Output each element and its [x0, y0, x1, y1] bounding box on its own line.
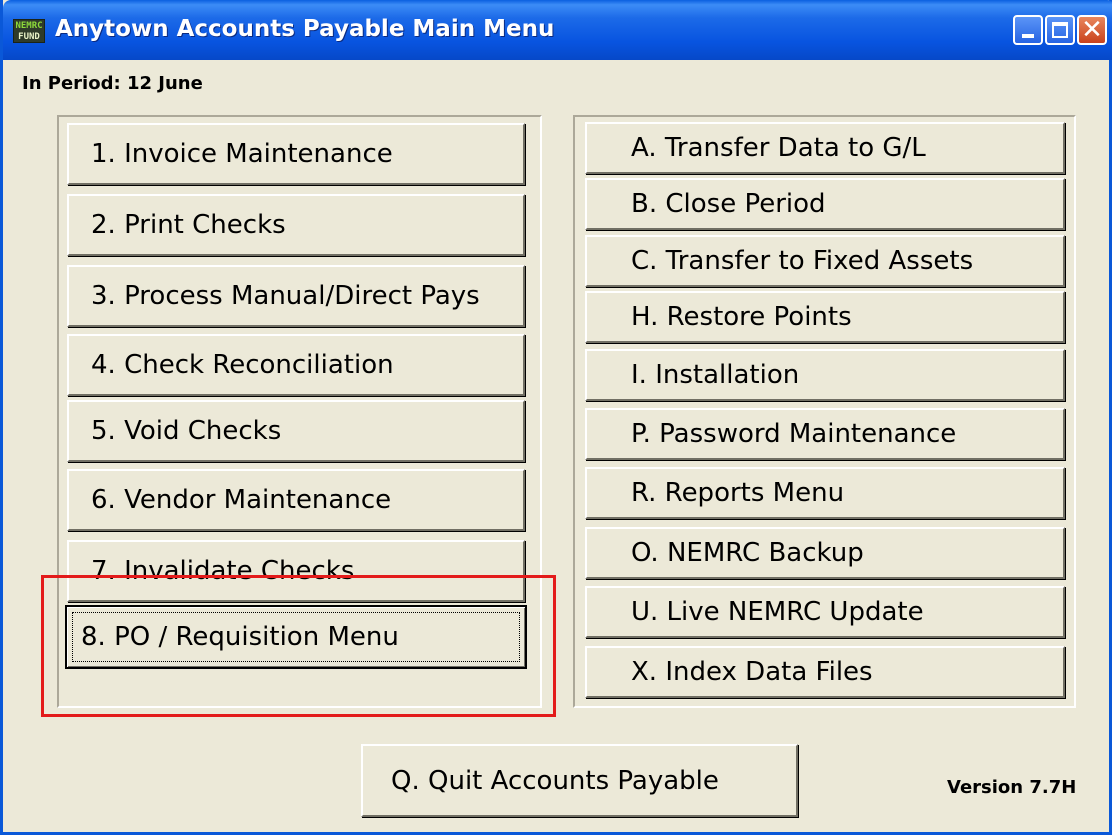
close-period-button[interactable]: B. Close Period	[585, 178, 1065, 230]
minimize-button[interactable]	[1013, 15, 1043, 45]
highlight-annotation-box	[41, 575, 556, 717]
vendor-maintenance-button[interactable]: 6. Vendor Maintenance	[67, 469, 525, 531]
transfer-to-fixed-assets-button[interactable]: C. Transfer to Fixed Assets	[585, 235, 1065, 287]
quit-accounts-payable-button[interactable]: Q. Quit Accounts Payable	[361, 744, 798, 817]
window-title: Anytown Accounts Payable Main Menu	[55, 16, 555, 42]
maximize-icon	[1052, 22, 1068, 38]
print-checks-button[interactable]: 2. Print Checks	[67, 194, 525, 256]
transfer-data-to-gl-button[interactable]: A. Transfer Data to G/L	[585, 122, 1065, 174]
minimize-icon	[1022, 34, 1034, 38]
right-menu-group: A. Transfer Data to G/L B. Close Period …	[573, 115, 1076, 708]
app-icon: NEMRC FUND	[13, 19, 45, 43]
close-button[interactable]: ✕	[1077, 15, 1107, 45]
live-nemrc-update-button[interactable]: U. Live NEMRC Update	[585, 586, 1065, 638]
installation-button[interactable]: I. Installation	[585, 349, 1065, 401]
reports-menu-button[interactable]: R. Reports Menu	[585, 467, 1065, 519]
main-menu-window: NEMRC FUND Anytown Accounts Payable Main…	[0, 0, 1112, 835]
check-reconciliation-button[interactable]: 4. Check Reconciliation	[67, 334, 525, 396]
maximize-button[interactable]	[1045, 15, 1075, 45]
app-icon-bottom-text: FUND	[18, 32, 40, 42]
app-icon-top-text: NEMRC	[15, 21, 43, 31]
process-manual-direct-pays-button[interactable]: 3. Process Manual/Direct Pays	[67, 265, 525, 327]
period-label: In Period: 12 June	[22, 73, 203, 94]
title-bar[interactable]: NEMRC FUND Anytown Accounts Payable Main…	[3, 0, 1112, 60]
index-data-files-button[interactable]: X. Index Data Files	[585, 646, 1065, 698]
password-maintenance-button[interactable]: P. Password Maintenance	[585, 408, 1065, 460]
nemrc-backup-button[interactable]: O. NEMRC Backup	[585, 527, 1065, 579]
restore-points-button[interactable]: H. Restore Points	[585, 291, 1065, 343]
version-label: Version 7.7H	[947, 777, 1077, 798]
invoice-maintenance-button[interactable]: 1. Invoice Maintenance	[67, 123, 525, 185]
close-icon: ✕	[1081, 15, 1103, 45]
void-checks-button[interactable]: 5. Void Checks	[67, 400, 525, 462]
